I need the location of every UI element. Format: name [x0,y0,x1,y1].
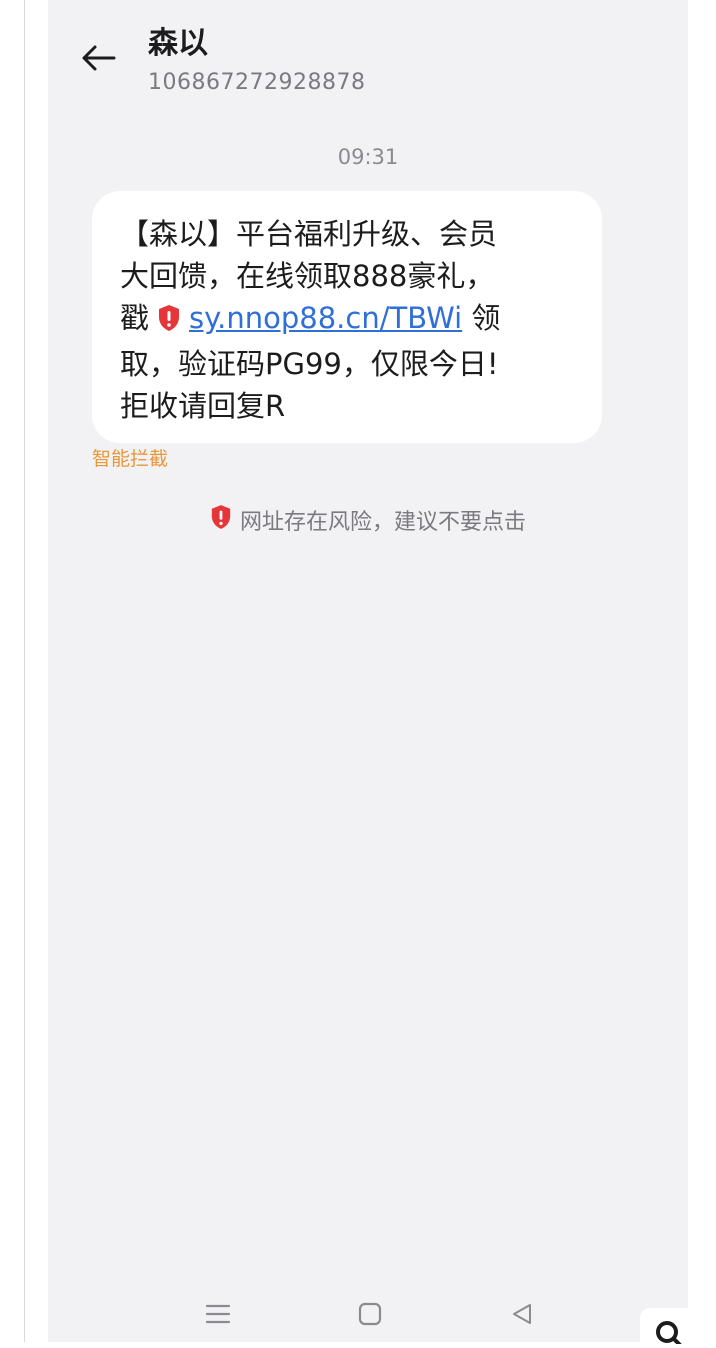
smart-intercept-label: 智能拦截 [92,448,169,470]
menu-icon [205,1303,231,1329]
message-line: 大回馈，在线领取888豪礼， [120,259,495,293]
contact-number: 106867272928878 [148,70,366,95]
app-frame: 森以 106867272928878 09:31 【森以】平台福利升级、会员 大… [0,0,716,1348]
message-line: 【森以】平台福利升级、会员 [120,217,498,251]
message-line: 拒收请回复R [120,389,286,423]
edge-divider [24,0,25,1342]
contact-name: 森以 [148,26,208,61]
message-line: 戳 sy.nnop88.cn/TBWi 领 [120,297,580,343]
nav-menu-button[interactable] [198,1298,238,1334]
back-triangle-icon [510,1302,534,1330]
risk-warning-text: 网址存在风险，建议不要点击 [239,510,526,535]
message-text: 戳 [120,301,150,335]
home-square-icon [358,1302,382,1330]
back-button[interactable] [72,36,124,84]
message-link[interactable]: sy.nnop88.cn/TBWi [189,301,462,335]
warning-shield-icon [157,301,181,343]
message-text: 领 [471,301,501,335]
message-timestamp: 09:31 [337,145,399,169]
back-arrow-icon [80,44,116,76]
risk-warning: 网址存在风险，建议不要点击 [48,504,688,536]
search-icon [653,1318,683,1348]
warning-shield-icon [210,504,232,536]
floating-search-button[interactable] [640,1308,696,1348]
message-bubble[interactable]: 【森以】平台福利升级、会员 大回馈，在线领取888豪礼， 戳 sy.nnop88.… [92,191,602,443]
nav-home-button[interactable] [350,1298,390,1334]
nav-back-button[interactable] [502,1298,542,1334]
system-nav-bar [48,1292,688,1338]
message-line: 取，验证码PG99，仅限今日! [120,347,499,381]
